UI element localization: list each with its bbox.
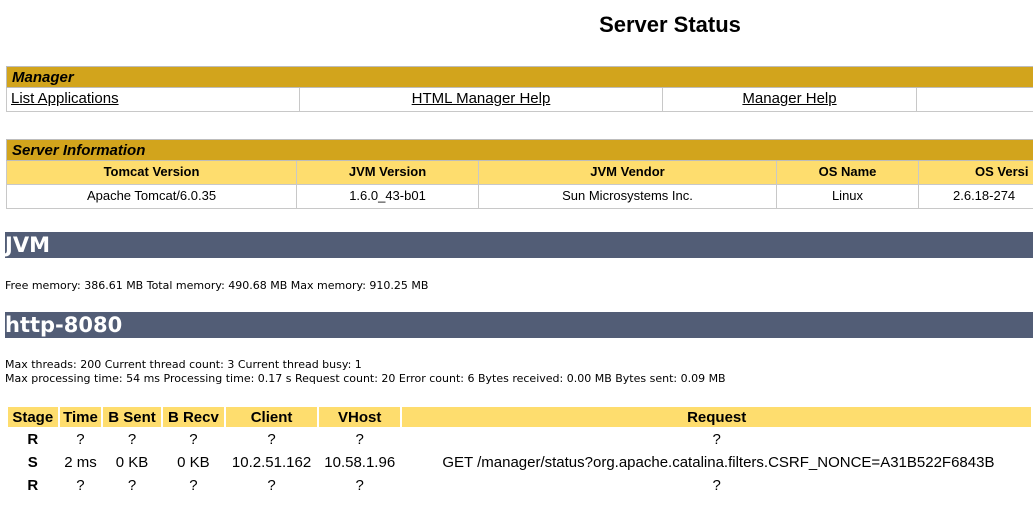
server-info-header: Server Information — [6, 139, 1033, 161]
col-request: Request — [402, 407, 1031, 427]
os-version-value: 2.6.18-274 — [919, 185, 1033, 209]
manager-section: Manager List Applications HTML Manager H… — [6, 66, 1033, 112]
request-table: Stage Time B Sent B Recv Client VHost Re… — [6, 405, 1033, 498]
bytes-sent-cell: 0 KB — [115, 454, 149, 471]
vhost-cell: ? — [355, 431, 364, 448]
time-cell: ? — [76, 431, 85, 448]
request-table-header-row: Stage Time B Sent B Recv Client VHost Re… — [8, 407, 1031, 427]
tomcat-version-value: Apache Tomcat/6.0.35 — [6, 185, 297, 209]
col-os-name: OS Name — [777, 161, 919, 185]
time-cell: ? — [76, 477, 85, 494]
server-info-value-row: Apache Tomcat/6.0.35 1.6.0_43-b01 Sun Mi… — [6, 185, 1033, 209]
bytes-recv-cell: ? — [189, 431, 198, 448]
client-cell: ? — [267, 431, 276, 448]
col-vhost: VHost — [319, 407, 401, 427]
bytes-sent-cell: ? — [127, 431, 137, 448]
manager-help-link[interactable]: Manager Help — [742, 90, 836, 107]
os-name-value: Linux — [777, 185, 919, 209]
list-applications-cell: List Applications — [6, 88, 300, 112]
connector-processing-info: Max processing time: 54 ms Processing ti… — [5, 372, 726, 385]
request-cell: ? — [712, 477, 721, 494]
manager-links-row: List Applications HTML Manager Help Mana… — [6, 88, 1033, 112]
jvm-heading: JVM — [5, 232, 1033, 258]
vhost-cell: ? — [355, 477, 364, 494]
page-title: Server Status — [599, 12, 741, 37]
server-info-section: Server Information Tomcat Version JVM Ve… — [6, 139, 1033, 209]
client-cell: ? — [267, 477, 276, 494]
server-info-header-row: Tomcat Version JVM Version JVM Vendor OS… — [6, 161, 1033, 185]
table-row: S 2 ms 0 KB 0 KB 10.2.51.162 10.58.1.96 … — [8, 452, 1031, 473]
table-row: R ? ? ? ? ? ? — [8, 475, 1031, 496]
jvm-version-value: 1.6.0_43-b01 — [297, 185, 479, 209]
html-manager-help-cell: HTML Manager Help — [300, 88, 663, 112]
bytes-recv-cell: 0 KB — [177, 454, 210, 471]
col-bytes-recv: B Recv — [162, 407, 225, 427]
manager-help-cell: Manager Help — [663, 88, 917, 112]
col-time: Time — [59, 407, 102, 427]
connector-threads-info: Max threads: 200 Current thread count: 3… — [5, 358, 362, 371]
jvm-memory-info: Free memory: 386.61 MB Total memory: 490… — [5, 279, 429, 292]
col-client: Client — [226, 407, 318, 427]
list-applications-link[interactable]: List Applications — [11, 90, 119, 107]
jvm-vendor-value: Sun Microsystems Inc. — [479, 185, 777, 209]
col-os-version: OS Versi — [919, 161, 1033, 185]
bytes-recv-cell: ? — [189, 477, 198, 494]
request-cell: ? — [712, 431, 721, 448]
request-cell: GET /manager/status?org.apache.catalina.… — [442, 454, 995, 471]
stage-cell: S — [27, 454, 38, 471]
col-tomcat-version: Tomcat Version — [6, 161, 297, 185]
col-jvm-version: JVM Version — [297, 161, 479, 185]
bytes-sent-cell: ? — [127, 477, 137, 494]
stage-cell: R — [27, 477, 39, 494]
connector-heading: http-8080 — [5, 312, 1033, 338]
html-manager-help-link[interactable]: HTML Manager Help — [412, 90, 551, 107]
manager-header: Manager — [6, 66, 1033, 88]
col-stage: Stage — [8, 407, 58, 427]
table-row: R ? ? ? ? ? ? — [8, 429, 1031, 450]
vhost-cell: 10.58.1.96 — [324, 454, 396, 471]
client-cell: 10.2.51.162 — [231, 454, 312, 471]
time-cell: 2 ms — [64, 454, 97, 471]
col-jvm-vendor: JVM Vendor — [479, 161, 777, 185]
server-status-cell — [917, 88, 1033, 112]
col-bytes-sent: B Sent — [103, 407, 161, 427]
stage-cell: R — [27, 431, 39, 448]
